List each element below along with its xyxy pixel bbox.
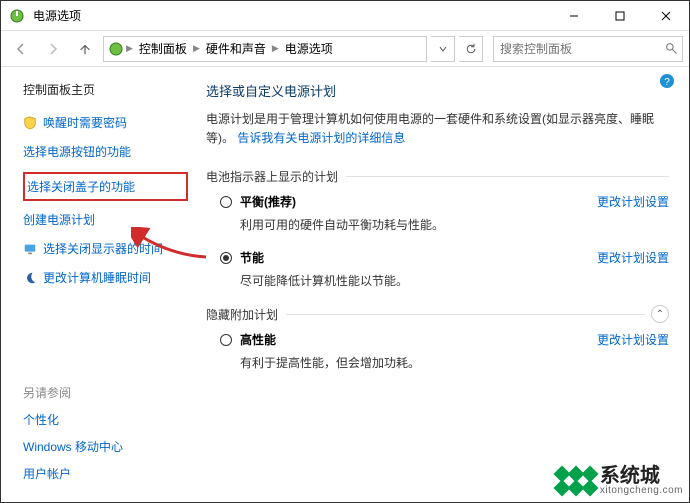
section-label: 隐藏附加计划 <box>206 306 278 323</box>
tell-more-link[interactable]: 告诉我有关电源计划的详细信息 <box>237 129 405 148</box>
change-plan-link[interactable]: 更改计划设置 <box>597 249 669 266</box>
search-box[interactable] <box>493 36 683 62</box>
change-plan-link[interactable]: 更改计划设置 <box>597 331 669 348</box>
close-button[interactable] <box>643 1 689 31</box>
chevron-right-icon[interactable]: ▶ <box>272 43 279 54</box>
breadcrumb[interactable]: ▶ 控制面板 ▶ 硬件和声音 ▶ 电源选项 <box>103 36 427 62</box>
forward-button[interactable] <box>39 35 67 63</box>
sidebar-link-create-plan[interactable]: 创建电源计划 <box>23 211 188 228</box>
section-label: 电池指示器上显示的计划 <box>206 168 338 185</box>
page-description: 电源计划是用于管理计算机如何使用电源的一套硬件和系统设置(如显示器亮度、睡眠等)… <box>206 110 669 164</box>
help-icon[interactable]: ? <box>659 73 675 89</box>
navbar: ▶ 控制面板 ▶ 硬件和声音 ▶ 电源选项 <box>1 31 689 67</box>
section-hidden-plans: 隐藏附加计划 ⌃ <box>206 305 669 323</box>
page-heading: 选择或自定义电源计划 <box>206 81 669 100</box>
chevron-right-icon[interactable]: ▶ <box>126 43 133 54</box>
plan-desc: 利用可用的硬件自动平衡功耗与性能。 <box>240 216 669 233</box>
breadcrumb-dropdown[interactable] <box>431 36 455 62</box>
watermark-url: xitongcheng.com <box>600 486 683 496</box>
moon-icon <box>23 271 37 285</box>
window-title: 电源选项 <box>33 7 551 24</box>
sidebar-link-label: 选择关闭显示器的时间 <box>43 240 163 257</box>
watermark-logo-icon <box>556 468 596 494</box>
sidebar-link-label: 唤醒时需要密码 <box>43 114 127 131</box>
back-button[interactable] <box>7 35 35 63</box>
plan-name: 高性能 <box>240 331 276 348</box>
sidebar-link-power-button[interactable]: 选择电源按钮的功能 <box>23 143 188 160</box>
search-button[interactable] <box>661 37 682 61</box>
content: ? 选择或自定义电源计划 电源计划是用于管理计算机如何使用电源的一套硬件和系统设… <box>196 67 689 502</box>
crumb-1[interactable]: 硬件和声音 <box>202 40 270 57</box>
sidebar: 控制面板主页 唤醒时需要密码 选择电源按钮的功能 选择关闭盖子的功能 创建电源计… <box>1 67 196 502</box>
sidebar-link-sleep-time[interactable]: 更改计算机睡眠时间 <box>23 269 188 286</box>
plan-high-perf: 高性能 更改计划设置 有利于提高性能，但会增加功耗。 <box>220 331 669 371</box>
monitor-icon <box>23 242 37 256</box>
plan-desc: 有利于提高性能，但会增加功耗。 <box>240 354 669 371</box>
titlebar: 电源选项 <box>1 1 689 31</box>
maximize-button[interactable] <box>597 1 643 31</box>
see-also-mobility-center[interactable]: Windows 移动中心 <box>23 438 188 455</box>
plan-desc: 尽可能降低计算机性能以节能。 <box>240 272 669 289</box>
up-button[interactable] <box>71 35 99 63</box>
crumb-0[interactable]: 控制面板 <box>135 40 191 57</box>
plan-radio-high-perf[interactable] <box>220 334 232 346</box>
sidebar-link-display-off[interactable]: 选择关闭显示器的时间 <box>23 240 188 257</box>
see-also-user-accounts[interactable]: 用户帐户 <box>23 465 188 482</box>
plan-saver: 节能 更改计划设置 尽可能降低计算机性能以节能。 <box>220 249 669 289</box>
watermark-brand: 系统城 <box>600 466 683 486</box>
divider <box>286 314 645 315</box>
plan-name: 平衡 <box>240 193 264 210</box>
sidebar-link-label: 更改计算机睡眠时间 <box>43 269 151 286</box>
svg-text:?: ? <box>664 77 670 88</box>
shield-icon <box>23 116 37 130</box>
see-also-heading: 另请参阅 <box>23 384 188 401</box>
plan-recommended: (推荐) <box>264 193 296 210</box>
sidebar-link-lid-close[interactable]: 选择关闭盖子的功能 <box>23 172 188 201</box>
section-shown-plans: 电池指示器上显示的计划 <box>206 168 669 185</box>
see-also-personalization[interactable]: 个性化 <box>23 411 188 428</box>
sidebar-link-wake-password[interactable]: 唤醒时需要密码 <box>23 114 188 131</box>
refresh-button[interactable] <box>459 36 483 62</box>
power-app-icon <box>9 8 25 24</box>
control-panel-home[interactable]: 控制面板主页 <box>23 81 188 98</box>
change-plan-link[interactable]: 更改计划设置 <box>597 193 669 210</box>
plan-name: 节能 <box>240 249 264 266</box>
plan-radio-balanced[interactable] <box>220 196 232 208</box>
chevron-right-icon[interactable]: ▶ <box>193 43 200 54</box>
plan-radio-saver[interactable] <box>220 252 232 264</box>
plan-balanced: 平衡 (推荐) 更改计划设置 利用可用的硬件自动平衡功耗与性能。 <box>220 193 669 233</box>
crumb-2[interactable]: 电源选项 <box>281 40 337 57</box>
collapse-icon[interactable]: ⌃ <box>651 305 669 323</box>
divider <box>346 176 669 177</box>
power-breadcrumb-icon <box>108 41 124 57</box>
search-input[interactable] <box>494 42 661 56</box>
main-area: 控制面板主页 唤醒时需要密码 选择电源按钮的功能 选择关闭盖子的功能 创建电源计… <box>1 67 689 502</box>
watermark: 系统城 xitongcheng.com <box>556 466 683 496</box>
minimize-button[interactable] <box>551 1 597 31</box>
